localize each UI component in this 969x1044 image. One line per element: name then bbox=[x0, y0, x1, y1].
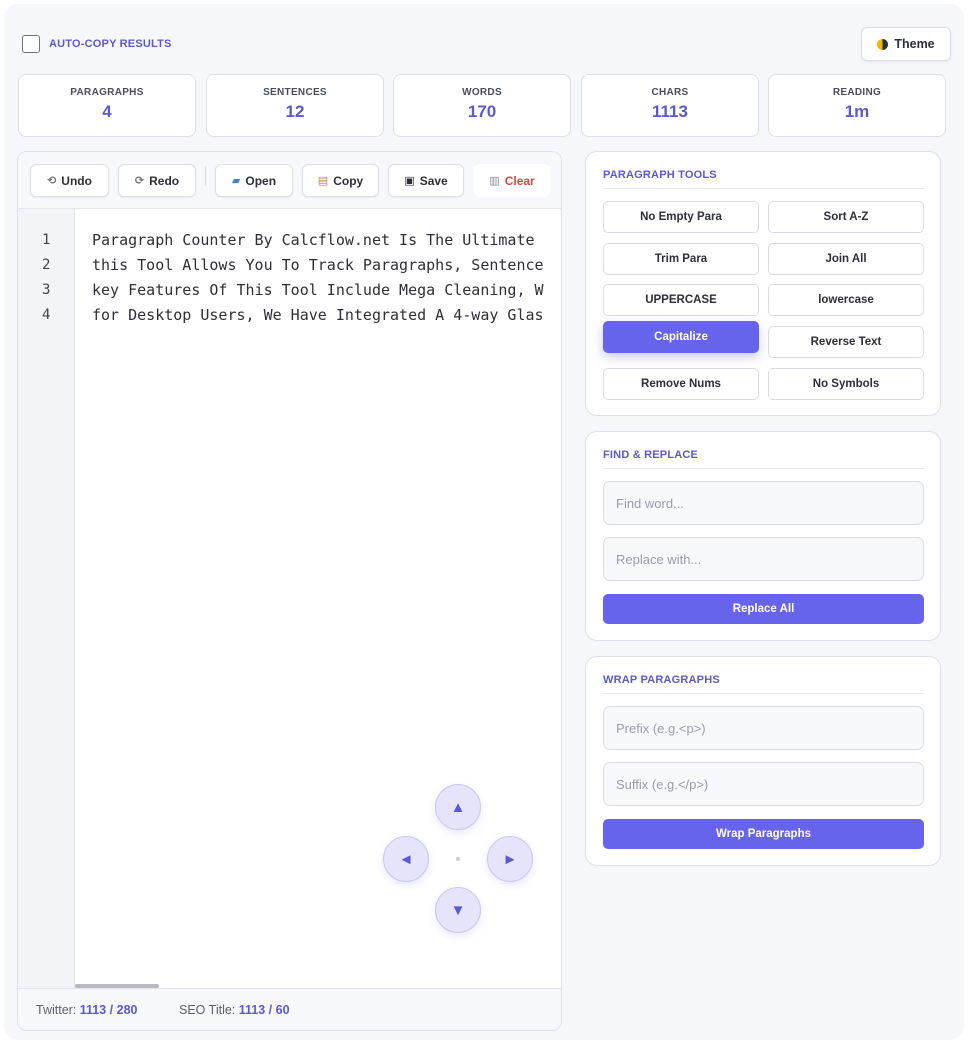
line-number: 3 bbox=[42, 282, 51, 298]
twitter-label: Twitter: bbox=[36, 1003, 77, 1017]
editor-line: key Features Of This Tool Include Mega C… bbox=[92, 281, 544, 299]
panel-title: PARAGRAPH TOOLS bbox=[603, 169, 924, 189]
twitter-counter: Twitter: 1113 / 280 bbox=[36, 1003, 137, 1017]
clipboard-icon: ▤ bbox=[317, 175, 329, 187]
stat-label: PARAGRAPHS bbox=[70, 87, 144, 98]
sort-a-z-button[interactable]: Sort A-Z bbox=[768, 201, 924, 233]
panel-title: WRAP PARAGRAPHS bbox=[603, 674, 924, 694]
floppy-disk-icon: ▣ bbox=[404, 175, 415, 187]
editor-line: Paragraph Counter By Calcflow.net Is The… bbox=[92, 231, 535, 249]
replace-with-input[interactable] bbox=[603, 537, 924, 581]
stat-label: READING bbox=[832, 87, 882, 98]
wrap-paragraphs-panel: WRAP PARAGRAPHS Wrap Paragraphs bbox=[585, 656, 941, 866]
stat-paragraphs: PARAGRAPHS 4 bbox=[18, 74, 196, 137]
undo-button[interactable]: ⟲ Undo bbox=[30, 164, 109, 197]
trim-para-button[interactable]: Trim Para bbox=[603, 243, 759, 275]
arrow-down-icon: ▼ bbox=[450, 901, 466, 919]
app-page: AUTO-COPY RESULTS Theme PARAGRAPHS 4 SEN… bbox=[4, 4, 964, 1040]
line-number: 4 bbox=[42, 307, 51, 323]
copy-button[interactable]: ▤ Copy bbox=[302, 164, 379, 197]
line-number: 2 bbox=[42, 257, 51, 273]
editor-toolbar: ⟲ Undo ⟳ Redo ▰ Open ▤ Copy ▣ Save ▥ Cle… bbox=[18, 152, 561, 209]
undo-icon: ⟲ bbox=[47, 175, 57, 187]
find-replace-panel: FIND & REPLACE Replace All bbox=[585, 431, 941, 641]
stat-label: WORDS bbox=[462, 87, 502, 98]
half-moon-icon bbox=[877, 38, 889, 50]
redo-label: Redo bbox=[149, 173, 180, 188]
scroll-up-button[interactable]: ▲ bbox=[435, 784, 481, 830]
stat-value: 1m bbox=[844, 102, 870, 121]
stat-reading: READING 1m bbox=[768, 74, 946, 137]
line-number-gutter: 1 2 3 4 bbox=[18, 209, 75, 988]
save-button[interactable]: ▣ Save bbox=[388, 164, 464, 197]
clear-label: Clear bbox=[504, 173, 535, 188]
seo-title-label: SEO Title: bbox=[179, 1003, 236, 1017]
theme-button-label: Theme bbox=[894, 37, 935, 51]
capitalize-button[interactable]: Capitalize bbox=[603, 321, 759, 353]
remove-nums-button[interactable]: Remove Nums bbox=[603, 368, 759, 400]
editor-line: for Desktop Users, We Have Integrated A … bbox=[92, 306, 544, 324]
auto-copy-label: AUTO-COPY RESULTS bbox=[49, 38, 172, 50]
folder-icon: ▰ bbox=[231, 175, 241, 187]
arrow-right-icon: ► bbox=[502, 850, 518, 868]
stat-label: SENTENCES bbox=[263, 87, 327, 98]
toolbar-divider bbox=[205, 166, 206, 186]
seo-title-value: 1113 / 60 bbox=[238, 1003, 290, 1017]
line-number: 1 bbox=[42, 232, 51, 248]
stat-chars: CHARS 1113 bbox=[581, 74, 759, 137]
auto-copy-checkbox[interactable] bbox=[22, 35, 40, 53]
save-label: Save bbox=[419, 173, 448, 188]
editor-line: this Tool Allows You To Track Paragraphs… bbox=[92, 256, 544, 274]
theme-button[interactable]: Theme bbox=[861, 27, 951, 61]
arrow-up-icon: ▲ bbox=[450, 798, 466, 816]
open-label: Open bbox=[245, 173, 277, 188]
status-bar: Twitter: 1113 / 280 SEO Title: 1113 / 60 bbox=[18, 988, 561, 1030]
stat-words: WORDS 170 bbox=[393, 74, 571, 137]
twitter-value: 1113 / 280 bbox=[79, 1003, 138, 1017]
editor-card: ⟲ Undo ⟳ Redo ▰ Open ▤ Copy ▣ Save ▥ Cle… bbox=[17, 151, 562, 1031]
stat-value: 4 bbox=[102, 102, 112, 121]
scroll-down-button[interactable]: ▼ bbox=[435, 887, 481, 933]
open-button[interactable]: ▰ Open bbox=[215, 164, 293, 197]
undo-label: Undo bbox=[61, 173, 92, 188]
redo-icon: ⟳ bbox=[134, 175, 145, 187]
join-all-button[interactable]: Join All bbox=[768, 243, 924, 275]
copy-label: Copy bbox=[333, 173, 364, 188]
no-symbols-button[interactable]: No Symbols bbox=[768, 368, 924, 400]
joystick-center-dot bbox=[456, 857, 460, 861]
panel-title: FIND & REPLACE bbox=[603, 449, 924, 469]
stat-value: 1113 bbox=[652, 102, 688, 121]
prefix-input[interactable] bbox=[603, 706, 924, 750]
paragraph-tools-panel: PARAGRAPH TOOLS No Empty Para Sort A-Z T… bbox=[585, 151, 941, 416]
replace-all-button[interactable]: Replace All bbox=[603, 594, 924, 624]
uppercase-button[interactable]: UPPERCASE bbox=[603, 284, 759, 316]
stat-label: CHARS bbox=[651, 87, 689, 98]
scroll-right-button[interactable]: ► bbox=[487, 836, 533, 882]
clear-button[interactable]: ▥ Clear bbox=[474, 164, 550, 197]
stat-sentences: SENTENCES 12 bbox=[206, 74, 384, 137]
no-empty-para-button[interactable]: No Empty Para bbox=[603, 201, 759, 233]
wrap-paragraphs-button[interactable]: Wrap Paragraphs bbox=[603, 819, 924, 849]
find-word-input[interactable] bbox=[603, 481, 924, 525]
arrow-left-icon: ◄ bbox=[398, 850, 414, 868]
stat-value: 170 bbox=[467, 102, 497, 121]
auto-copy-toggle[interactable]: AUTO-COPY RESULTS bbox=[22, 34, 172, 54]
lowercase-button[interactable]: lowercase bbox=[768, 284, 924, 316]
stat-value: 12 bbox=[285, 102, 305, 121]
suffix-input[interactable] bbox=[603, 762, 924, 806]
seo-title-counter: SEO Title: 1113 / 60 bbox=[179, 1003, 290, 1017]
scroll-left-button[interactable]: ◄ bbox=[383, 836, 429, 882]
redo-button[interactable]: ⟳ Redo bbox=[118, 164, 196, 197]
trash-icon: ▥ bbox=[489, 175, 500, 187]
reverse-text-button[interactable]: Reverse Text bbox=[768, 326, 924, 358]
